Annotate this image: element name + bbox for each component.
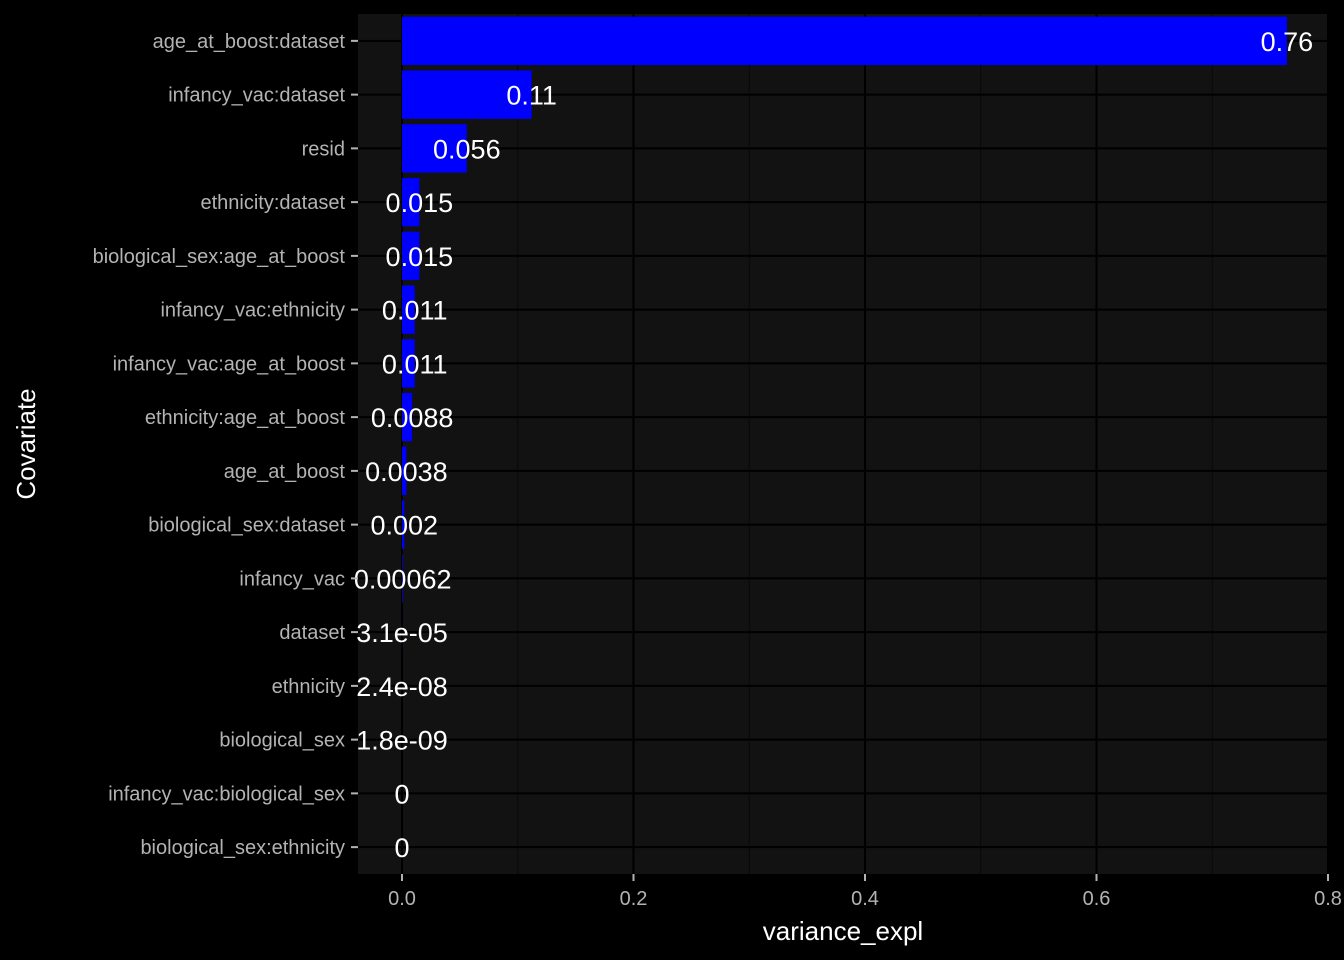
data-label: 0.0038	[365, 457, 448, 487]
y-axis-title: Covariate	[11, 388, 41, 499]
data-label: 0.11	[506, 81, 557, 111]
x-tick-label: 0.2	[620, 888, 648, 910]
data-label: 0.056	[433, 134, 501, 164]
data-label: 0.011	[382, 296, 448, 326]
plot-panel	[358, 14, 1328, 874]
data-label: 2.4e-08	[356, 672, 448, 702]
data-label: 0	[394, 833, 409, 863]
y-tick-label: infancy_vac	[239, 568, 345, 590]
x-axis-title: variance_expl	[763, 916, 923, 946]
y-tick-label: infancy_vac:age_at_boost	[113, 353, 346, 375]
data-label: 0.76	[1261, 27, 1314, 57]
y-tick-label: dataset	[279, 622, 345, 644]
data-label: 0.00062	[354, 564, 452, 594]
data-label: 0.011	[382, 349, 448, 379]
y-tick-label: age_at_boost	[224, 461, 346, 483]
y-tick-label: ethnicity	[272, 676, 345, 698]
data-label: 0.015	[386, 188, 454, 218]
y-tick-label: ethnicity:dataset	[200, 192, 345, 214]
y-tick-label: biological_sex:age_at_boost	[93, 246, 346, 268]
bar	[401, 16, 1287, 66]
y-tick-label: ethnicity:age_at_boost	[145, 407, 346, 429]
bar-chart: 0.76 0.110.056 0.015 0.015 0.011 0.011 0.0088 0…	[0, 0, 1344, 960]
y-tick-label: infancy_vac:dataset	[168, 85, 345, 107]
y-tick-label: age_at_boost:dataset	[153, 31, 346, 53]
y-tick-label: infancy_vac:ethnicity	[160, 300, 345, 322]
data-label: 0.002	[371, 511, 439, 541]
y-tick-label: biological_sex	[219, 730, 345, 752]
x-tick-label: 0.6	[1083, 888, 1111, 910]
y-tick-label: infancy_vac:biological_sex	[108, 783, 345, 805]
x-tick-label: 0.4	[851, 888, 879, 910]
y-tick-label: biological_sex:dataset	[148, 515, 345, 537]
y-tick-label: resid	[302, 138, 345, 160]
data-label: 0	[394, 779, 409, 809]
x-tick-label: 0.0	[388, 888, 416, 910]
x-tick-label: 0.8	[1314, 888, 1342, 910]
data-label: 3.1e-05	[356, 618, 448, 648]
data-label: 0.0088	[371, 403, 454, 433]
data-label: 1.8e-09	[356, 726, 448, 756]
data-label: 0.015	[386, 242, 454, 272]
y-tick-label: biological_sex:ethnicity	[140, 837, 345, 859]
